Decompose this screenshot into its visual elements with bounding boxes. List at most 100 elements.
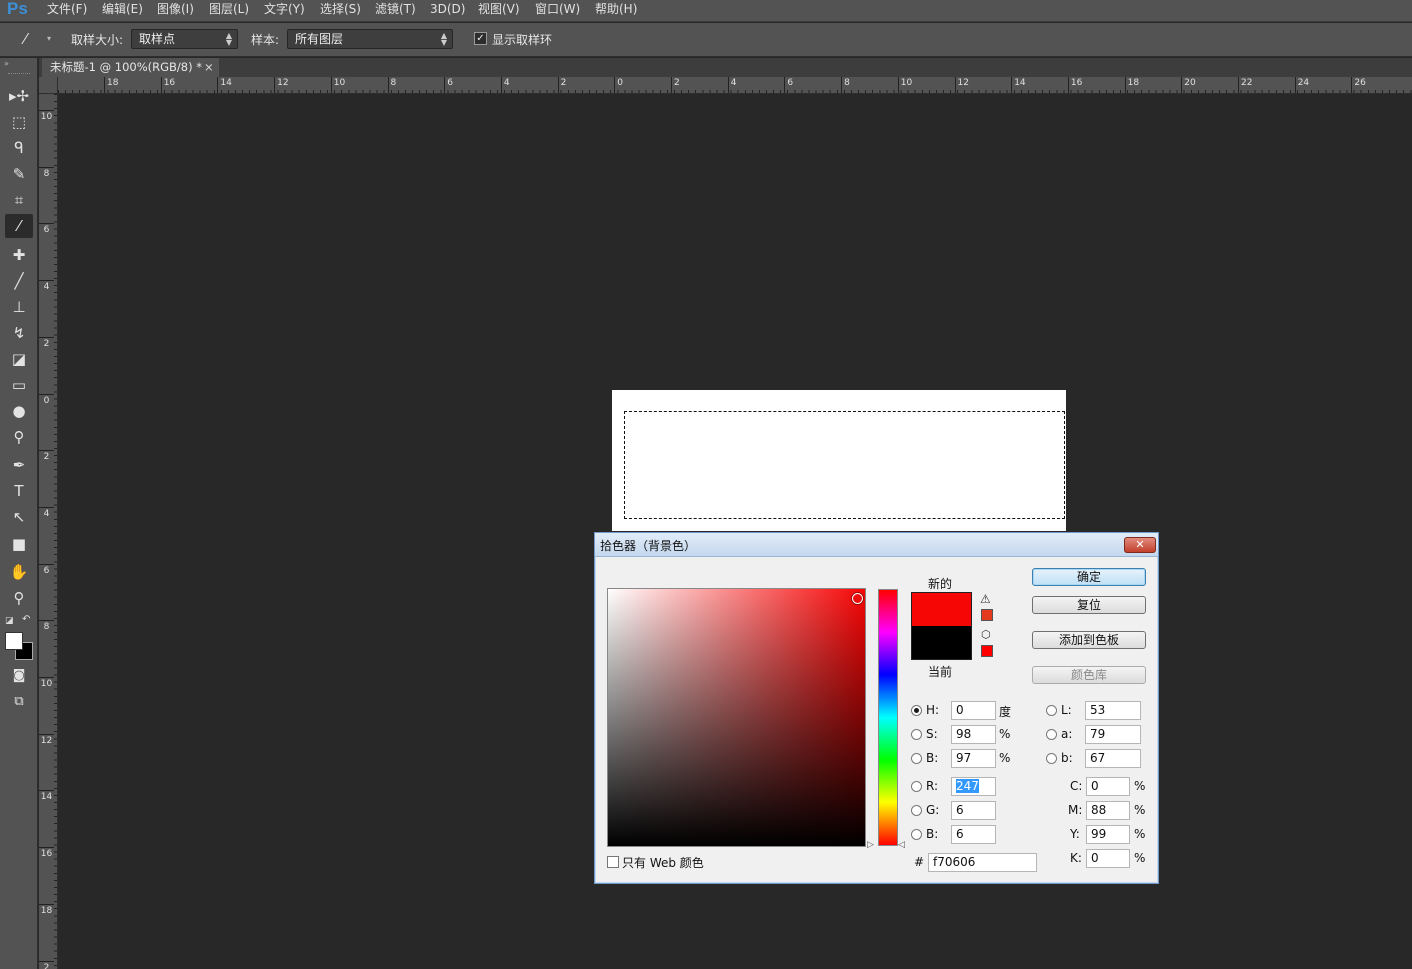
web-safe-cube-icon[interactable]: ⬡ bbox=[981, 628, 991, 641]
y-input[interactable]: 99 bbox=[1086, 825, 1130, 844]
history-brush-tool-icon[interactable]: ↯ bbox=[5, 321, 33, 345]
menu-view[interactable]: 视图(V) bbox=[478, 1, 520, 17]
menu-file[interactable]: 文件(F) bbox=[47, 1, 87, 17]
hex-input[interactable]: f70606 bbox=[928, 853, 1037, 872]
lab-b-input[interactable]: 67 bbox=[1085, 749, 1141, 768]
web-safe-color-swatch[interactable] bbox=[981, 645, 993, 657]
ruler-origin[interactable] bbox=[39, 77, 58, 94]
vertical-ruler[interactable]: 10 8 6 4 2 0 2 4 6 8 10 12 14 16 18 2 bbox=[39, 94, 58, 969]
current-color-swatch[interactable] bbox=[911, 626, 972, 660]
menu-window[interactable]: 窗口(W) bbox=[535, 1, 580, 17]
lab-b-radio[interactable] bbox=[1046, 753, 1057, 764]
l-input[interactable]: 53 bbox=[1085, 701, 1141, 720]
s-input[interactable]: 98 bbox=[951, 725, 996, 744]
hue-slider-left-arrow-icon[interactable]: ▷ bbox=[867, 840, 874, 850]
saturation-brightness-field[interactable] bbox=[607, 588, 866, 847]
r-radio[interactable] bbox=[911, 781, 922, 792]
brightness-radio[interactable] bbox=[911, 753, 922, 764]
eraser-tool-icon[interactable]: ◪ bbox=[5, 347, 33, 371]
stamp-tool-icon[interactable]: ⊥ bbox=[5, 295, 33, 319]
ok-button[interactable]: 确定 bbox=[1032, 568, 1146, 586]
document-tab[interactable]: 未标题-1 @ 100%(RGB/8) * × bbox=[42, 58, 219, 77]
brightness-input[interactable]: 97 bbox=[951, 749, 996, 768]
ruler-tick-label: 2 bbox=[671, 77, 680, 93]
show-ring-checkbox[interactable]: ✓ bbox=[474, 32, 487, 45]
m-unit: % bbox=[1134, 803, 1146, 817]
hand-tool-icon[interactable]: ✋ bbox=[5, 560, 33, 584]
c-unit: % bbox=[1134, 779, 1146, 793]
menu-bar: Ps 文件(F) 编辑(E) 图像(I) 图层(L) 文字(Y) 选择(S) 滤… bbox=[0, 0, 1412, 22]
menu-layer[interactable]: 图层(L) bbox=[209, 1, 249, 17]
sample-select[interactable]: 所有图层 ▲ ▼ bbox=[287, 29, 453, 49]
zoom-tool-icon[interactable]: ⚲ bbox=[5, 586, 33, 610]
gradient-tool-icon[interactable]: ▭ bbox=[5, 373, 33, 397]
lasso-tool-icon[interactable]: ᑫ bbox=[5, 136, 33, 160]
pen-tool-icon[interactable]: ✒ bbox=[5, 453, 33, 477]
menu-3d[interactable]: 3D(D) bbox=[430, 1, 465, 17]
quick-mask-icon[interactable]: ◙ bbox=[5, 664, 33, 688]
blue-input[interactable]: 6 bbox=[951, 825, 996, 844]
sample-size-value: 取样点 bbox=[139, 32, 176, 46]
sample-size-select[interactable]: 取样点 ▲ ▼ bbox=[131, 29, 238, 49]
r-input[interactable]: 247 bbox=[951, 777, 996, 796]
menu-select[interactable]: 选择(S) bbox=[320, 1, 361, 17]
marquee-tool-icon[interactable]: ⬚ bbox=[5, 110, 33, 134]
blur-tool-icon[interactable]: ● bbox=[5, 399, 33, 423]
web-colors-only-checkbox[interactable] bbox=[607, 856, 619, 868]
c-input[interactable]: 0 bbox=[1086, 777, 1130, 796]
h-radio[interactable] bbox=[911, 705, 922, 716]
panel-grip[interactable] bbox=[8, 73, 30, 75]
menu-type[interactable]: 文字(Y) bbox=[264, 1, 305, 17]
add-to-swatches-button[interactable]: 添加到色板 bbox=[1032, 631, 1146, 649]
path-select-tool-icon[interactable]: ↖ bbox=[5, 505, 33, 529]
quick-select-tool-icon[interactable]: ✎ bbox=[5, 162, 33, 186]
a-radio[interactable] bbox=[1046, 729, 1057, 740]
dodge-tool-icon[interactable]: ⚲ bbox=[5, 425, 33, 449]
k-input[interactable]: 0 bbox=[1086, 849, 1130, 868]
eyedropper-tool-icon[interactable]: ⁄ bbox=[5, 214, 33, 238]
swap-colors-icon[interactable]: ↶ bbox=[22, 614, 30, 625]
eyedropper-preset-icon[interactable]: ⁄ bbox=[24, 30, 27, 48]
a-input[interactable]: 79 bbox=[1085, 725, 1141, 744]
brush-tool-icon[interactable]: ╱ bbox=[5, 269, 33, 293]
screen-mode-icon[interactable]: ⧉ bbox=[5, 690, 33, 714]
menu-help[interactable]: 帮助(H) bbox=[595, 1, 637, 17]
k-label: K: bbox=[1070, 851, 1082, 865]
foreground-color-swatch[interactable] bbox=[5, 632, 23, 650]
collapse-panel-icon[interactable]: » bbox=[4, 59, 9, 68]
preset-chevron-down-icon[interactable]: ▾ bbox=[47, 34, 51, 43]
m-input[interactable]: 88 bbox=[1086, 801, 1130, 820]
close-tab-icon[interactable]: × bbox=[204, 58, 214, 77]
g-input[interactable]: 6 bbox=[951, 801, 996, 820]
move-tool-icon[interactable]: ▸✢ bbox=[5, 84, 33, 108]
select-arrows-icon: ▲ ▼ bbox=[225, 31, 232, 47]
h-input[interactable]: 0 bbox=[951, 701, 996, 720]
new-color-swatch bbox=[911, 592, 972, 626]
hue-slider[interactable] bbox=[878, 589, 898, 846]
dialog-title-bar[interactable]: 拾色器（背景色） ✕ bbox=[595, 533, 1158, 557]
menu-edit[interactable]: 编辑(E) bbox=[102, 1, 143, 17]
hue-slider-right-arrow-icon[interactable]: ◁ bbox=[898, 840, 905, 850]
ruler-tick-label: 4 bbox=[727, 77, 736, 93]
default-colors-icon[interactable]: ◪ bbox=[5, 616, 14, 626]
brightness-unit: % bbox=[999, 751, 1011, 765]
gamut-color-swatch[interactable] bbox=[981, 609, 993, 621]
l-radio[interactable] bbox=[1046, 705, 1057, 716]
color-libraries-button[interactable]: 颜色库 bbox=[1032, 666, 1146, 684]
menu-image[interactable]: 图像(I) bbox=[157, 1, 194, 17]
out-of-gamut-warning-icon[interactable]: ⚠ bbox=[980, 592, 991, 606]
type-tool-icon[interactable]: T bbox=[5, 479, 33, 503]
rectangle-tool-icon[interactable]: ■ bbox=[5, 532, 33, 556]
horizontal-ruler[interactable]: 18 16 14 12 10 8 6 4 2 0 2 4 6 8 10 12 14 16 18 20 22 24 26 bbox=[58, 77, 1412, 94]
crop-tool-icon[interactable]: ⌗ bbox=[5, 188, 33, 212]
blue-radio[interactable] bbox=[911, 829, 922, 840]
reset-button[interactable]: 复位 bbox=[1032, 596, 1146, 614]
lab-b-label: b: bbox=[1061, 751, 1073, 765]
close-icon[interactable]: ✕ bbox=[1124, 537, 1156, 553]
s-radio[interactable] bbox=[911, 729, 922, 740]
g-radio[interactable] bbox=[911, 805, 922, 816]
menu-filter[interactable]: 滤镜(T) bbox=[375, 1, 416, 17]
healing-brush-tool-icon[interactable]: ✚ bbox=[5, 243, 33, 267]
ruler-tick-label: 14 bbox=[1011, 77, 1026, 93]
color-field-cursor[interactable] bbox=[852, 593, 863, 604]
